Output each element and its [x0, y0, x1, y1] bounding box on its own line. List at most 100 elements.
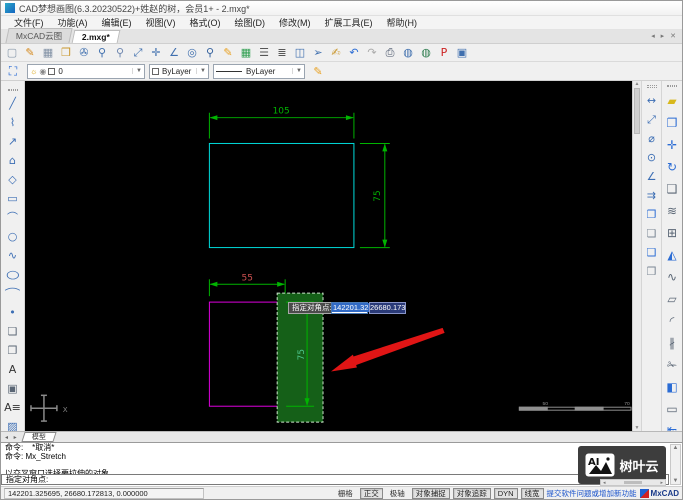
layer-dropdown-arrow[interactable]: ▼	[132, 68, 142, 74]
tab-nav-buttons[interactable]: ◂ ▸ ✕	[651, 32, 678, 40]
statusbar-toggle-lineweight[interactable]: 线宽	[520, 487, 544, 499]
array-icon[interactable]: ⊞	[663, 222, 682, 244]
cmd-scroll-up-icon[interactable]: ▲	[671, 445, 680, 451]
dim-diameter-icon[interactable]: ⌀	[643, 129, 661, 148]
statusbar-toggle-polar[interactable]: 极轴	[386, 488, 409, 499]
magenta-rectangle[interactable]	[208, 301, 286, 407]
menu-help[interactable]: 帮助(H)	[380, 16, 425, 29]
canvas-vertical-scrollbar[interactable]: ▲ ▼	[632, 81, 641, 431]
menu-format[interactable]: 格式(O)	[183, 16, 228, 29]
statusbar-toggle-dyn[interactable]: DYN	[493, 487, 518, 499]
dim-radius-icon[interactable]: ⊙	[643, 148, 661, 167]
toolbar-grip[interactable]	[7, 89, 18, 91]
zoom-center-icon[interactable]: ◎	[183, 45, 201, 61]
paste-clip-icon[interactable]: ❏	[643, 224, 661, 243]
statusbar-toggle-osnap[interactable]: 对象捕捉	[411, 487, 450, 499]
color-table-icon[interactable]: ▦	[237, 45, 255, 61]
scale-icon[interactable]: ❑	[663, 178, 682, 200]
trim-icon[interactable]: ✁	[663, 354, 682, 376]
tab-mxcad-cloud[interactable]: MxCAD云图	[5, 28, 73, 43]
zoom-window-icon[interactable]: ⚲	[111, 45, 129, 61]
statusbar-toggle-grid[interactable]: 栅格	[334, 488, 357, 499]
rotate-icon[interactable]: ↻	[663, 156, 682, 178]
stretch-icon[interactable]: ▱	[663, 288, 682, 310]
command-input[interactable]: 指定对角点:	[1, 474, 669, 485]
linetype-select[interactable]: ByLayer ▼	[213, 63, 305, 79]
cmd-hscroll-thumb[interactable]	[624, 481, 642, 484]
point-icon[interactable]: •	[3, 303, 23, 322]
menu-express-tools[interactable]: 扩展工具(E)	[318, 16, 380, 29]
layout-nav-buttons[interactable]: ◂ ▸	[5, 434, 19, 441]
print-icon[interactable]: ⎙	[381, 45, 399, 61]
block-create-icon[interactable]: ❐	[3, 341, 23, 360]
dim-linear-icon[interactable]: ↔	[643, 91, 661, 110]
redo-icon[interactable]: ↷	[363, 45, 381, 61]
spline-icon[interactable]: ∿	[3, 246, 23, 265]
copy-clip-icon[interactable]: ❐	[643, 205, 661, 224]
pan-icon[interactable]: ✛	[147, 45, 165, 61]
zoom-object-icon[interactable]: ∠	[165, 45, 183, 61]
new-file-icon[interactable]: ▢	[3, 45, 21, 61]
block-insert-icon[interactable]: ❏	[3, 322, 23, 341]
move-icon[interactable]: ✛	[663, 134, 682, 156]
save-as-icon[interactable]: ✇	[75, 45, 93, 61]
web-icon[interactable]: ◍	[399, 45, 417, 61]
menu-edit[interactable]: 编辑(E)	[95, 16, 139, 29]
polyline-icon[interactable]: ⌇	[3, 113, 23, 132]
statusbar-toggle-otrack[interactable]: 对象追踪	[452, 487, 491, 499]
undo-icon[interactable]: ↶	[345, 45, 363, 61]
break-icon[interactable]: ∦	[663, 332, 682, 354]
polygon-irregular-icon[interactable]: ◇	[3, 170, 23, 189]
text-lines-icon[interactable]: ☰	[255, 45, 273, 61]
select-copy-icon[interactable]: ➢	[309, 45, 327, 61]
open-folder-icon[interactable]: ❒	[57, 45, 75, 61]
insert-image-icon[interactable]: ▣	[453, 45, 471, 61]
tab-document-2mxg[interactable]: 2.mxg*	[71, 30, 121, 43]
save-view-icon[interactable]: ◫	[291, 45, 309, 61]
explode-icon[interactable]: ◧	[663, 376, 682, 398]
scroll-up-icon[interactable]: ▲	[633, 81, 641, 87]
menu-modify[interactable]: 修改(M)	[272, 16, 318, 29]
ellipse-icon[interactable]: ○	[3, 265, 23, 284]
dim-continue-icon[interactable]: ⇉	[643, 186, 661, 205]
open-edit-icon[interactable]: ✎	[21, 45, 39, 61]
draworder-pencil-icon[interactable]: ✎	[309, 65, 327, 78]
rectangle-dashed-icon[interactable]: ▭	[663, 398, 682, 420]
cyan-rectangle[interactable]	[208, 142, 355, 249]
cmd-scroll-down-icon[interactable]: ▼	[671, 478, 680, 484]
dim-angular-icon[interactable]: ∠	[643, 167, 661, 186]
zoom-extents-icon[interactable]: ⤢	[129, 45, 147, 61]
dynamic-input-y[interactable]: 26680.173	[369, 302, 406, 314]
spline-edit-icon[interactable]: ∿	[663, 266, 682, 288]
mirror-icon[interactable]: ◭	[663, 244, 682, 266]
tab-model[interactable]: 模型	[21, 432, 57, 442]
fillet-icon[interactable]: ◜	[663, 310, 682, 332]
offset-icon[interactable]: ≋	[663, 200, 682, 222]
layer-select[interactable]: ☼ ◉ 0 ▼	[27, 63, 145, 79]
zoom-previous-icon[interactable]: ⚲	[201, 45, 219, 61]
command-horizontal-scrollbar[interactable]: ◂ ▸	[600, 479, 666, 486]
web-publish-icon[interactable]: ◍	[417, 45, 435, 61]
command-window[interactable]: 命令: *取消* 命令: Mx_Stretch 以交叉窗口选择要拉伸的对象 指定…	[1, 442, 682, 486]
cmd-scroll-left-icon[interactable]: ◂	[603, 480, 606, 486]
layers-icon[interactable]: ⛶	[3, 64, 23, 79]
paste-block-icon[interactable]: ❑	[643, 243, 661, 262]
dim-aligned-icon[interactable]: ⤢	[643, 110, 661, 129]
line-icon[interactable]: ╱	[3, 94, 23, 113]
statusbar-toggle-ortho[interactable]: 正交	[359, 487, 383, 499]
circle-icon[interactable]: ○	[3, 227, 23, 246]
attribute-icon[interactable]: A≡	[3, 398, 23, 417]
publish-icon[interactable]: ✍	[327, 45, 345, 61]
color-select[interactable]: ByLayer ▼	[149, 63, 209, 79]
polygon-icon[interactable]: ⌂	[3, 151, 23, 170]
color-dropdown-arrow[interactable]: ▼	[196, 68, 206, 74]
ray-icon[interactable]: ↗	[3, 132, 23, 151]
menu-draw[interactable]: 绘图(D)	[228, 16, 273, 29]
toolbar-grip[interactable]	[667, 85, 677, 87]
toolbar-grip[interactable]	[646, 85, 657, 88]
pdf-export-icon[interactable]: P	[435, 45, 453, 61]
rectangle-icon[interactable]: ▭	[3, 189, 23, 208]
ellipse-arc-icon[interactable]: ⌒	[3, 284, 23, 303]
menu-view[interactable]: 视图(V)	[139, 16, 183, 29]
erase-icon[interactable]: ▰	[663, 90, 682, 112]
